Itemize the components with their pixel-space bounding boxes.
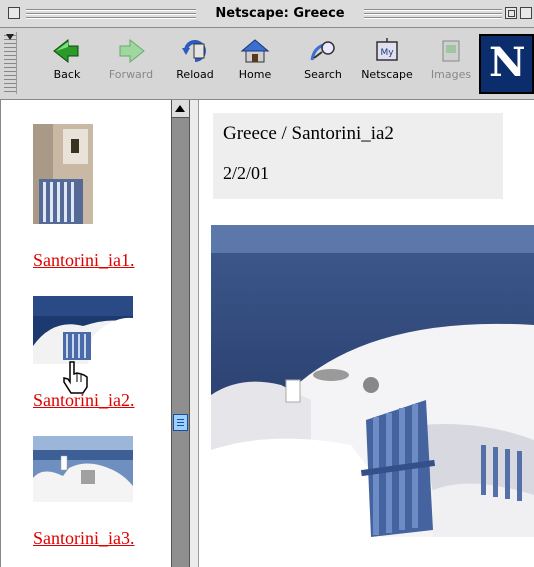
navigation-toolbar: Back Forward Reload Home Search My Netsc…	[0, 28, 534, 100]
forward-arrow-icon	[119, 38, 145, 64]
images-label: Images	[430, 68, 472, 81]
collapse-box[interactable]	[520, 7, 532, 19]
netscape-logo-letter: N	[489, 39, 526, 86]
title-bar-stripes	[26, 7, 196, 20]
netscape-label: Netscape	[361, 68, 413, 81]
home-label: Home	[238, 68, 272, 81]
hand-pointer-cursor-icon	[63, 361, 88, 394]
scroll-up-button[interactable]	[172, 100, 189, 118]
thumbnail-image-3[interactable]	[33, 436, 133, 502]
images-icon	[442, 40, 460, 62]
svg-text:My: My	[380, 48, 394, 58]
reload-icon	[182, 40, 206, 62]
reload-button[interactable]: Reload	[166, 36, 224, 92]
back-label: Back	[53, 68, 81, 81]
zoom-box[interactable]	[505, 7, 517, 19]
home-button[interactable]: Home	[226, 36, 284, 92]
thumbnail-link-1[interactable]: Santorini_ia1.	[33, 250, 135, 271]
title-bar[interactable]: Netscape: Greece	[0, 0, 534, 28]
home-icon	[240, 39, 270, 63]
window-title: Netscape: Greece	[200, 6, 360, 22]
thumbnail-link-2[interactable]: Santorini_ia2.	[33, 390, 135, 411]
back-button[interactable]: Back	[38, 36, 96, 92]
forward-button[interactable]: Forward	[102, 36, 160, 92]
scroll-up-arrow-icon	[175, 105, 185, 112]
images-button[interactable]: Images	[422, 36, 480, 92]
scrollbar-thumb[interactable]	[173, 414, 188, 431]
title-bar-stripes-right	[364, 7, 502, 20]
photo-date: 2/2/01	[223, 163, 270, 183]
caption-box: Greece / Santorini_ia2 2/2/01	[213, 113, 503, 199]
search-button[interactable]: Search	[294, 36, 352, 92]
toolbar-collapse-grip[interactable]	[4, 32, 17, 94]
search-label: Search	[304, 68, 342, 81]
thumbnail-link-3[interactable]: Santorini_ia3.	[33, 528, 135, 549]
left-frame-scrollbar[interactable]	[171, 100, 190, 567]
my-netscape-icon: My	[376, 38, 398, 61]
back-arrow-icon	[53, 38, 79, 64]
search-icon	[310, 41, 335, 61]
thumbnail-image-1[interactable]	[33, 124, 93, 224]
my-netscape-button[interactable]: My Netscape	[358, 36, 416, 92]
content-frame: Greece / Santorini_ia2 2/2/01	[199, 100, 534, 567]
frame-divider[interactable]	[190, 100, 199, 567]
thumbnail-frame[interactable]: Santorini_ia1. Santorini_ia2. Santorini_…	[0, 100, 171, 567]
reload-label: Reload	[176, 68, 214, 81]
forward-label: Forward	[108, 68, 154, 81]
netscape-logo[interactable]: N	[479, 34, 534, 94]
thumbnail-image-2[interactable]	[33, 296, 133, 364]
page-heading: Greece / Santorini_ia2	[223, 123, 394, 144]
close-box[interactable]	[8, 7, 20, 19]
main-photo	[211, 225, 534, 537]
